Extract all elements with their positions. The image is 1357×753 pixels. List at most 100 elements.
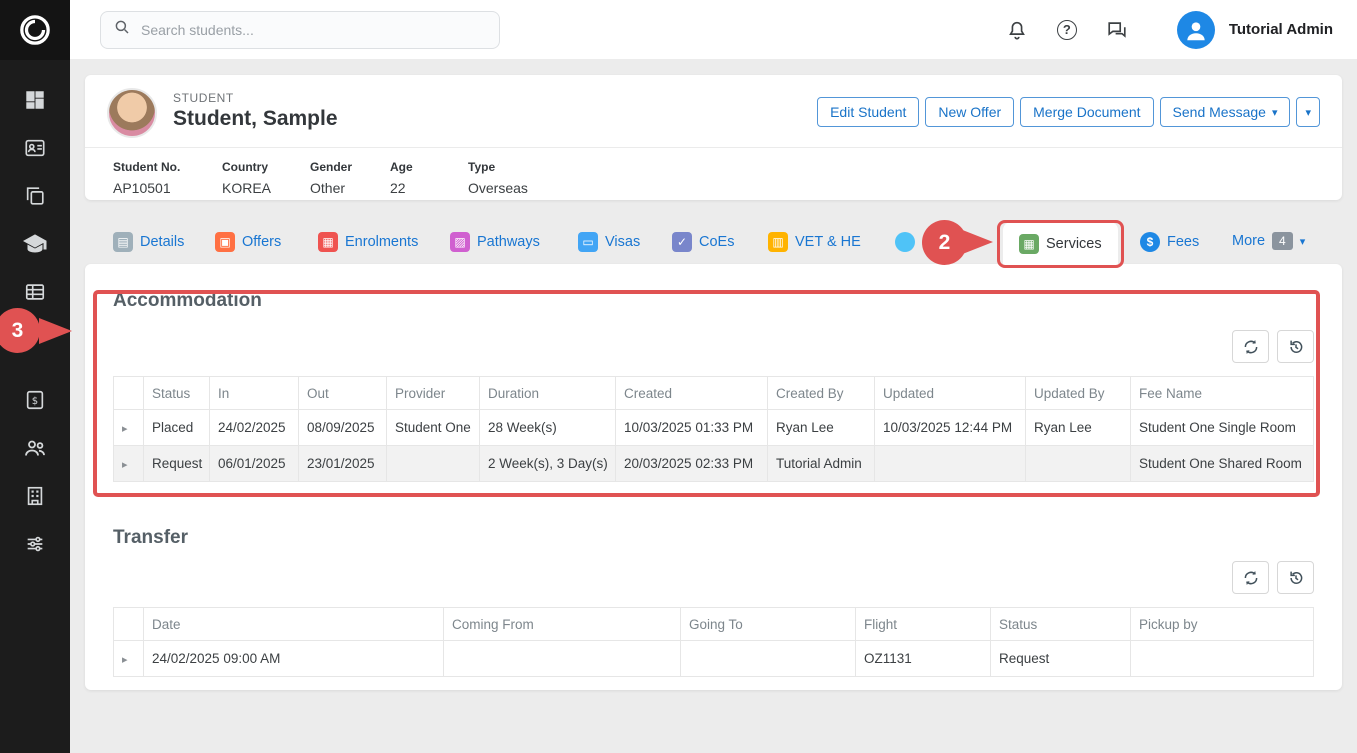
documents-icon[interactable] — [22, 183, 48, 209]
refresh-icon[interactable] — [1232, 330, 1269, 363]
student-info-row: Student No.AP10501 CountryKOREA GenderOt… — [85, 147, 1342, 200]
history-icon[interactable] — [1277, 330, 1314, 363]
table-cell: Placed — [144, 410, 210, 446]
info-student-no: Student No.AP10501 — [113, 160, 180, 196]
list-table-icon[interactable] — [22, 279, 48, 305]
student-card-icon[interactable] — [22, 135, 48, 161]
tab-label: Offers — [242, 234, 281, 250]
row-expander-icon[interactable]: ▸ — [122, 423, 128, 435]
tab-enrolments[interactable]: ▦ Enrolments — [318, 232, 418, 252]
table-cell — [875, 446, 1026, 482]
tab-services[interactable]: ▦ Services — [1003, 222, 1118, 265]
column-header[interactable]: Duration — [480, 377, 616, 410]
notifications-bell-icon[interactable] — [1005, 18, 1029, 42]
table-cell: Student One — [387, 410, 480, 446]
new-offer-button[interactable]: New Offer — [925, 97, 1014, 127]
column-header[interactable]: In — [210, 377, 299, 410]
accommodation-title: Accommodation — [113, 290, 262, 312]
table-cell — [1026, 446, 1131, 482]
column-header[interactable]: Updated By — [1026, 377, 1131, 410]
table-cell: 10/03/2025 01:33 PM — [616, 410, 768, 446]
tab-vet-he[interactable]: ▥ VET & HE — [768, 232, 861, 252]
refresh-icon[interactable] — [1232, 561, 1269, 594]
student-type-label: STUDENT — [173, 91, 234, 105]
services-icon: ▦ — [1019, 234, 1039, 254]
column-header[interactable]: Going To — [681, 608, 856, 641]
tab-label: Details — [140, 234, 184, 250]
tab-label: Pathways — [477, 234, 540, 250]
table-cell: 20/03/2025 02:33 PM — [616, 446, 768, 482]
column-header[interactable]: Out — [299, 377, 387, 410]
student-photo-avatar[interactable] — [107, 88, 157, 138]
settings-sliders-icon[interactable] — [22, 531, 48, 557]
tab-offers[interactable]: ▣ Offers — [215, 232, 281, 252]
column-header[interactable]: Flight — [856, 608, 991, 641]
more-count-badge: 4 — [1272, 232, 1293, 250]
agents-icon[interactable] — [22, 435, 48, 461]
dashboard-icon[interactable] — [22, 87, 48, 113]
table-cell: 23/01/2025 — [299, 446, 387, 482]
edit-student-button[interactable]: Edit Student — [817, 97, 919, 127]
info-type: TypeOverseas — [468, 160, 528, 196]
offers-icon: ▣ — [215, 232, 235, 252]
tab-pathways[interactable]: ▨ Pathways — [450, 232, 540, 252]
more-actions-button[interactable]: ▾ — [1296, 97, 1320, 127]
column-header[interactable]: Updated — [875, 377, 1026, 410]
transfer-title: Transfer — [113, 527, 188, 549]
chat-icon[interactable] — [1105, 18, 1129, 42]
accommodation-toolbar — [1232, 330, 1314, 363]
courses-icon[interactable] — [22, 231, 48, 257]
enrolments-icon: ▦ — [318, 232, 338, 252]
column-header[interactable]: Created By — [768, 377, 875, 410]
pathways-icon: ▨ — [450, 232, 470, 252]
annotation-step-2: 2 — [922, 220, 967, 265]
send-message-button[interactable]: Send Message▾ — [1160, 97, 1291, 127]
user-menu[interactable]: Tutorial Admin — [1177, 11, 1333, 49]
finance-icon[interactable]: $ — [22, 387, 48, 413]
column-header[interactable]: Coming From — [444, 608, 681, 641]
column-header[interactable]: Status — [991, 608, 1131, 641]
coes-icon: ✓ — [672, 232, 692, 252]
chevron-down-icon: ▾ — [1300, 235, 1306, 248]
table-cell: Ryan Lee — [768, 410, 875, 446]
table-cell: OZ1131 — [856, 641, 991, 677]
tab-visas[interactable]: ▭ Visas — [578, 232, 640, 252]
table-header-row: StatusInOutProviderDurationCreatedCreate… — [114, 377, 1314, 410]
organisation-icon[interactable] — [22, 483, 48, 509]
column-header[interactable]: Provider — [387, 377, 480, 410]
row-expander-icon[interactable]: ▸ — [122, 459, 128, 471]
search-input[interactable] — [141, 22, 487, 38]
tab-label: VET & HE — [795, 234, 861, 250]
table-cell: Request — [991, 641, 1131, 677]
info-country: CountryKOREA — [222, 160, 271, 196]
app-logo-swirl-icon[interactable] — [0, 0, 70, 60]
help-icon[interactable]: ? — [1055, 18, 1079, 42]
column-header[interactable]: Created — [616, 377, 768, 410]
topbar: ? Tutorial Admin — [70, 0, 1357, 60]
tab-details[interactable]: ▤ Details — [113, 232, 184, 252]
tab-fees[interactable]: $ Fees — [1140, 232, 1199, 252]
table-row: ▸Request06/01/202523/01/20252 Week(s), 3… — [114, 446, 1314, 482]
info-age: Age22 — [390, 160, 413, 196]
history-icon[interactable] — [1277, 561, 1314, 594]
table-row: ▸Placed24/02/202508/09/2025Student One28… — [114, 410, 1314, 446]
table-cell — [387, 446, 480, 482]
table-cell: Student One Single Room — [1131, 410, 1314, 446]
column-header[interactable]: Pickup by — [1131, 608, 1314, 641]
column-header[interactable]: Status — [144, 377, 210, 410]
chevron-down-icon: ▾ — [1305, 106, 1311, 119]
row-expander-icon[interactable]: ▸ — [122, 654, 128, 666]
expander-column-header — [114, 377, 144, 410]
merge-document-button[interactable]: Merge Document — [1020, 97, 1153, 127]
sidebar: $ — [0, 0, 70, 753]
table-cell: 24/02/2025 09:00 AM — [144, 641, 444, 677]
expander-cell: ▸ — [114, 641, 144, 677]
chevron-down-icon: ▾ — [1272, 106, 1278, 119]
tab-hidden[interactable] — [895, 232, 915, 252]
column-header[interactable]: Date — [144, 608, 444, 641]
table-cell: 08/09/2025 — [299, 410, 387, 446]
tab-coes[interactable]: ✓ CoEs — [672, 232, 734, 252]
expander-cell: ▸ — [114, 410, 144, 446]
tab-more[interactable]: More 4 ▾ — [1232, 232, 1305, 250]
column-header[interactable]: Fee Name — [1131, 377, 1314, 410]
